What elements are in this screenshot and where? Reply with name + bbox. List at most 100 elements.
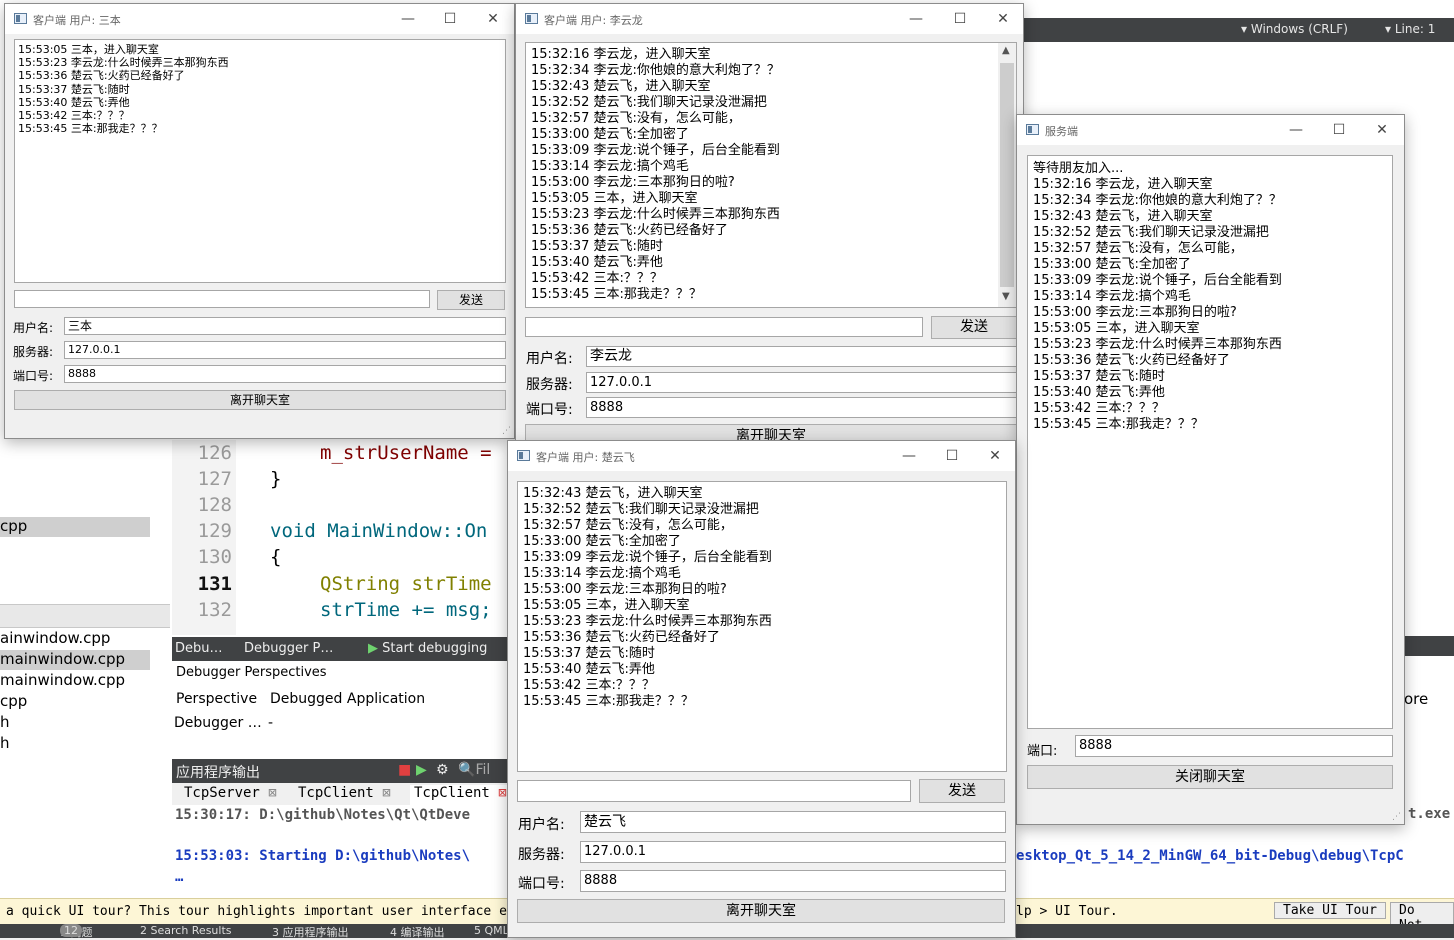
- window-title: 客户端 用户: 楚云飞: [536, 451, 635, 464]
- line-number-current: 131: [197, 573, 232, 595]
- close-icon[interactable]: ⊠: [268, 785, 276, 801]
- debugger-combo[interactable]: Debu…: [175, 641, 223, 656]
- chat-message: 15:33:09 李云龙:说个锤子，后台全能看到: [1033, 273, 1282, 288]
- tab-tcpclient[interactable]: TcpClient ⊠: [294, 785, 395, 805]
- chat-message: 15:32:57 楚云飞:没有，怎么可能，: [531, 111, 741, 126]
- port-field[interactable]: 8888: [586, 397, 1022, 418]
- close-icon[interactable]: ⊠: [382, 785, 390, 801]
- filter-input[interactable]: 🔍Fil: [458, 762, 490, 778]
- port-label: 端口号:: [13, 369, 54, 383]
- chat-history[interactable]: 15:32:16 李云龙，进入聊天室 15:32:34 李云龙:你他娘的意大利炮了…: [525, 42, 1017, 308]
- gear-icon[interactable]: ⚙: [436, 762, 449, 778]
- line-ending-selector[interactable]: ▾ Windows (CRLF): [1241, 22, 1348, 36]
- panel-heading: Debugger Perspectives: [176, 665, 327, 680]
- line-indicator[interactable]: ▾ Line: 1: [1385, 22, 1435, 36]
- title-bar[interactable]: 服务端 — ☐ ✕: [1017, 115, 1404, 145]
- take-ui-tour-button[interactable]: Take UI Tour: [1274, 902, 1386, 919]
- minimize-icon[interactable]: —: [393, 7, 423, 31]
- leave-chatroom-button[interactable]: 离开聊天室: [14, 390, 506, 410]
- chat-scrollbar[interactable]: ▲ ▼: [998, 43, 1016, 307]
- chat-message: 15:53:42 三本:？？？: [531, 271, 663, 286]
- debugger-toolbar: Debu… Debugger P… ▶ Start debugging: [172, 637, 517, 661]
- server-field[interactable]: 127.0.0.1: [586, 372, 1022, 393]
- chat-message: 15:53:40 楚云飞:弄他: [531, 255, 663, 270]
- project-item[interactable]: mainwindow.cpp: [0, 671, 150, 691]
- close-icon[interactable]: ✕: [988, 7, 1018, 31]
- close-icon[interactable]: ✕: [980, 444, 1010, 468]
- close-icon[interactable]: ✕: [478, 7, 508, 31]
- client-window-sanben[interactable]: 客户端 用户: 三本 — ☐ ✕ 15:53:05 三本，进入聊天室 15:53:…: [4, 3, 515, 439]
- column-header: Debugged Application: [270, 691, 426, 707]
- send-button[interactable]: 发送: [931, 316, 1017, 339]
- project-item[interactable]: h: [0, 713, 150, 733]
- resize-grip[interactable]: ⋰: [1392, 812, 1402, 822]
- close-chatroom-button[interactable]: 关闭聊天室: [1027, 765, 1393, 789]
- chat-history[interactable]: 15:32:43 楚云飞，进入聊天室 15:32:52 楚云飞:我们聊天记录没泄漏…: [517, 481, 1007, 772]
- title-bar[interactable]: 客户端 用户: 李云龙 — ☐ ✕: [516, 4, 1023, 34]
- chat-message: 15:33:09 李云龙:说个锤子，后台全能看到: [531, 143, 780, 158]
- chat-message: 15:32:52 楚云飞:我们聊天记录没泄漏把: [531, 95, 767, 110]
- server-window[interactable]: 服务端 — ☐ ✕ 等待朋友加入... 15:32:16 李云龙，进入聊天室 15:…: [1016, 114, 1405, 825]
- chat-message: 15:53:37 楚云飞:随时: [18, 82, 130, 96]
- chat-history[interactable]: 15:53:05 三本，进入聊天室 15:53:23 李云龙:什么时候弄三本那狗东…: [14, 39, 506, 283]
- close-icon[interactable]: ⊠: [498, 785, 506, 801]
- maximize-icon[interactable]: ☐: [937, 444, 967, 468]
- chat-message: 15:53:00 李云龙:三本那狗日的啦?: [523, 582, 727, 597]
- close-icon[interactable]: ✕: [1367, 118, 1397, 142]
- chat-message: 15:33:09 李云龙:说个锤子，后台全能看到: [523, 550, 772, 565]
- perspective-row[interactable]: Debugger …: [174, 715, 262, 731]
- minimize-icon[interactable]: —: [901, 7, 931, 31]
- leave-chatroom-button[interactable]: 离开聊天室: [517, 899, 1005, 923]
- scroll-thumb[interactable]: [1000, 63, 1014, 287]
- client-window-liyunlong[interactable]: 客户端 用户: 李云龙 — ☐ ✕ 15:32:16 李云龙，进入聊天室 15:3…: [515, 3, 1024, 442]
- more-link[interactable]: ore: [1404, 690, 1428, 708]
- maximize-icon[interactable]: ☐: [945, 7, 975, 31]
- server-log[interactable]: 等待朋友加入... 15:32:16 李云龙，进入聊天室 15:32:34 李云龙:…: [1027, 155, 1393, 729]
- chat-message: 15:53:40 楚云飞:弄他: [18, 95, 130, 109]
- maximize-icon[interactable]: ☐: [435, 7, 465, 31]
- debugger-perspective-combo[interactable]: Debugger P…: [244, 641, 333, 656]
- resize-grip[interactable]: ⋰: [502, 426, 512, 436]
- send-button[interactable]: 发送: [437, 290, 505, 310]
- message-input[interactable]: [14, 290, 430, 308]
- port-field[interactable]: 8888: [580, 870, 1006, 892]
- username-field[interactable]: 三本: [64, 317, 506, 335]
- tab-tcpclient-active[interactable]: TcpClient ⊠: [410, 785, 511, 805]
- tab-search-results[interactable]: 2 Search Results: [140, 924, 232, 937]
- username-field[interactable]: 楚云飞: [580, 811, 1006, 833]
- server-field[interactable]: 127.0.0.1: [580, 841, 1006, 863]
- message-input[interactable]: [517, 780, 911, 802]
- scroll-down-icon[interactable]: ▼: [1002, 291, 1010, 302]
- title-bar[interactable]: 客户端 用户: 楚云飞 — ☐ ✕: [508, 441, 1015, 471]
- tab-qml[interactable]: 5 QML: [474, 924, 509, 937]
- run-icon[interactable]: ▶: [416, 762, 427, 778]
- title-bar[interactable]: 客户端 用户: 三本 — ☐ ✕: [5, 4, 514, 34]
- chat-message: 15:53:42 三本:？？？: [18, 109, 130, 123]
- port-label: 端口:: [1027, 744, 1058, 759]
- project-item[interactable]: mainwindow.cpp: [0, 650, 150, 670]
- send-button[interactable]: 发送: [919, 779, 1005, 803]
- project-item[interactable]: ainwindow.cpp: [0, 629, 150, 649]
- port-field[interactable]: 8888: [64, 365, 506, 383]
- start-debugging-button[interactable]: ▶ Start debugging: [368, 641, 487, 656]
- chat-message: 15:53:45 三本:那我走？？？: [1033, 417, 1204, 432]
- chat-message: 15:33:00 楚云飞:全加密了: [1033, 257, 1191, 272]
- tab-tcpserver[interactable]: TcpServer ⊠: [180, 785, 281, 805]
- server-field[interactable]: 127.0.0.1: [64, 341, 506, 359]
- chat-message: 15:32:52 楚云飞:我们聊天记录没泄漏把: [523, 502, 759, 517]
- message-input[interactable]: [525, 317, 923, 337]
- stop-icon[interactable]: ■: [398, 762, 411, 778]
- chat-message: 15:33:14 李云龙:搞个鸡毛: [1033, 289, 1191, 304]
- chat-message: 15:32:34 李云龙:你他娘的意大利炮了？？: [1033, 193, 1282, 208]
- minimize-icon[interactable]: —: [1281, 118, 1311, 142]
- project-item[interactable]: cpp: [0, 692, 150, 712]
- project-item[interactable]: cpp: [0, 517, 150, 537]
- client-window-chuyunfei[interactable]: 客户端 用户: 楚云飞 — ☐ ✕ 15:32:43 楚云飞，进入聊天室 15:3…: [507, 440, 1016, 938]
- maximize-icon[interactable]: ☐: [1324, 118, 1354, 142]
- app-icon: [1026, 124, 1039, 135]
- project-item[interactable]: h: [0, 734, 150, 754]
- port-field[interactable]: 8888: [1075, 735, 1393, 757]
- minimize-icon[interactable]: —: [894, 444, 924, 468]
- username-field[interactable]: 李云龙: [586, 346, 1022, 367]
- scroll-up-icon[interactable]: ▲: [1002, 45, 1010, 56]
